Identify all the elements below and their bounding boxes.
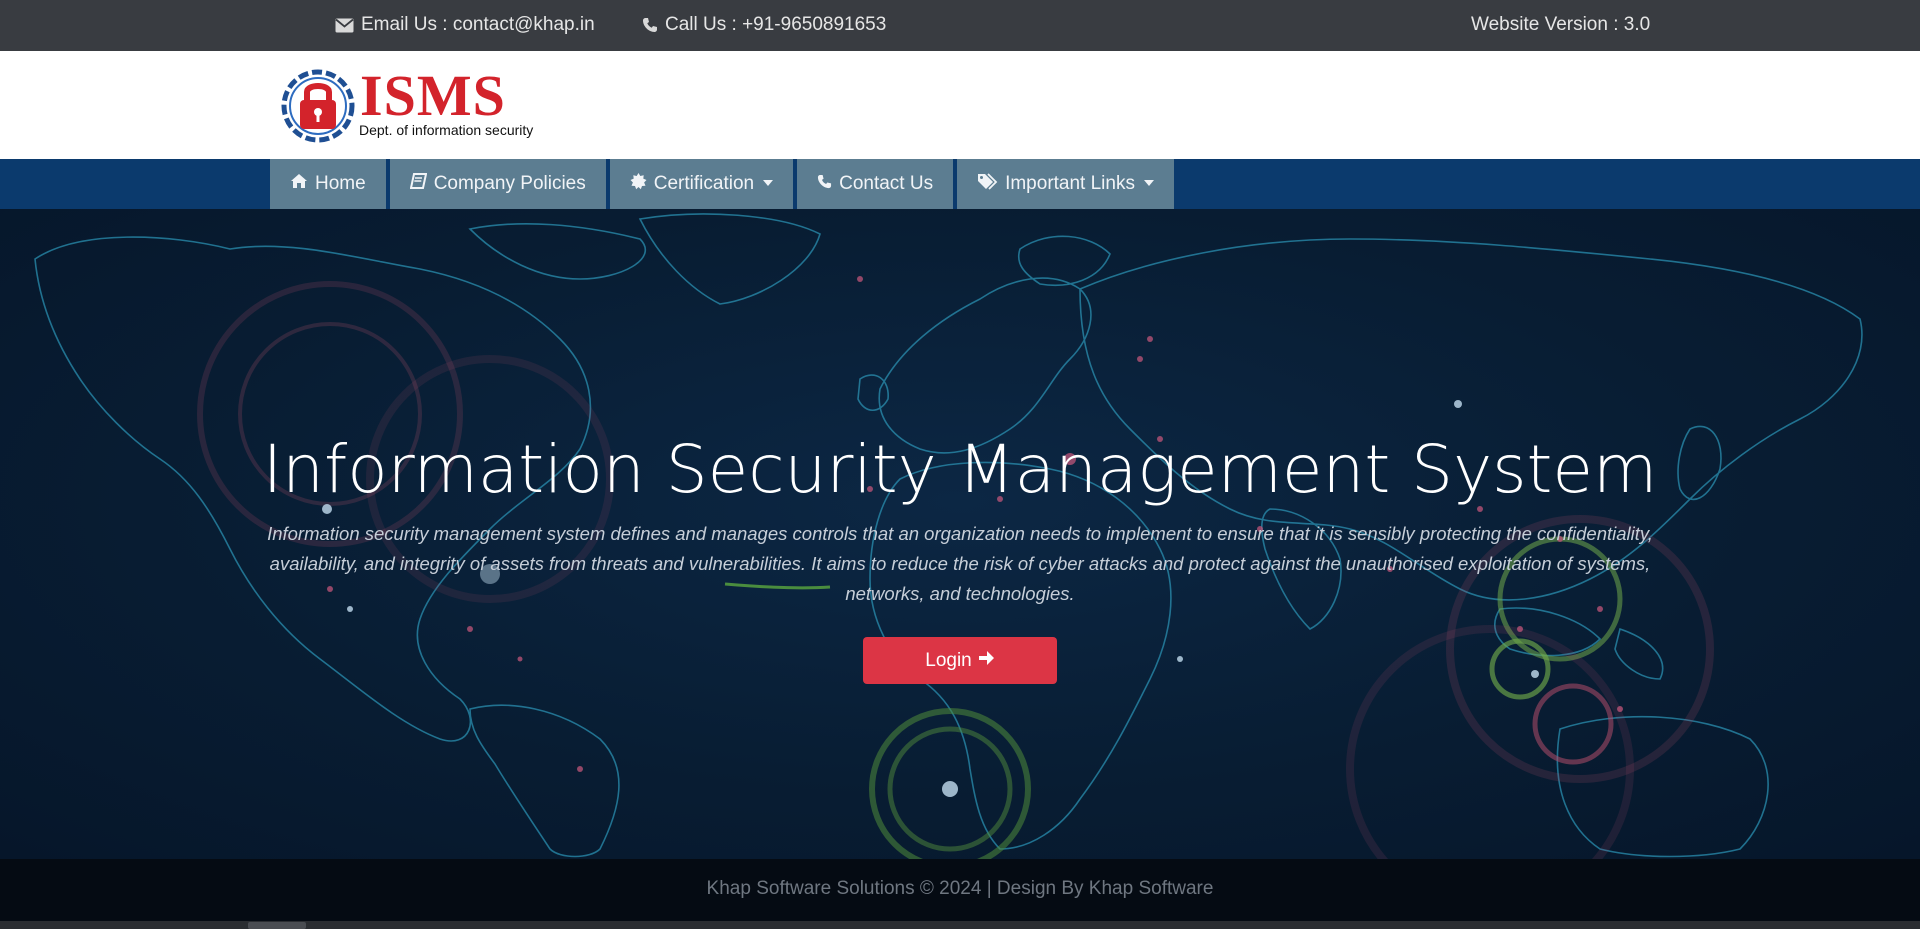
phone-contact[interactable]: Call Us : +91-9650891653	[642, 14, 886, 36]
certificate-icon	[630, 172, 647, 196]
login-button[interactable]: Login	[863, 637, 1057, 684]
nav-company-policies-label: Company Policies	[433, 173, 586, 194]
nav-certification-label: Certification	[653, 173, 755, 194]
nav-company-policies[interactable]: Company Policies	[389, 159, 606, 209]
email-text: Email Us : contact@khap.in	[361, 14, 595, 35]
tags-icon	[977, 172, 998, 196]
arrow-right-icon	[978, 650, 995, 672]
chevron-down-icon	[763, 180, 774, 186]
phone-text: Call Us : +91-9650891653	[665, 14, 887, 35]
nav-important-links-label: Important Links	[1005, 173, 1135, 194]
phone-icon	[642, 17, 658, 33]
isms-logo[interactable]: ISMS Dept. of information security	[280, 65, 545, 147]
nav-contact-us-label: Contact Us	[839, 173, 934, 194]
login-label: Login	[925, 649, 972, 671]
version-text: Website Version : 3.0	[1471, 14, 1651, 35]
lock-logo-icon	[281, 69, 355, 143]
chevron-down-icon	[1143, 180, 1154, 186]
envelope-icon	[335, 18, 354, 33]
main-navbar: Home Company Policies Certification Cont…	[0, 159, 1920, 209]
nav-home[interactable]: Home	[270, 159, 386, 209]
nav-contact-us[interactable]: Contact Us	[797, 159, 954, 209]
hero-section: Information Security Management System I…	[0, 209, 1920, 859]
website-version: Website Version : 3.0	[1471, 14, 1650, 36]
logo-subtitle: Dept. of information security	[359, 122, 534, 138]
nav-important-links[interactable]: Important Links	[957, 159, 1174, 209]
hero-description: Information security management system d…	[267, 523, 1653, 604]
site-header: ISMS Dept. of information security	[0, 51, 1920, 159]
nav-home-label: Home	[315, 173, 366, 194]
home-icon	[290, 173, 308, 195]
scrollbar-thumb[interactable]	[248, 922, 306, 929]
top-contact-bar: Email Us : contact@khap.in Call Us : +91…	[0, 0, 1920, 51]
site-footer: Khap Software Solutions © 2024 | Design …	[0, 859, 1920, 921]
footer-text: Khap Software Solutions © 2024 | Design …	[706, 878, 1214, 899]
email-contact[interactable]: Email Us : contact@khap.in	[335, 14, 595, 36]
hero-title: Information Security Management System	[262, 431, 1658, 508]
logo-title: ISMS	[360, 63, 506, 128]
book-icon	[409, 172, 427, 196]
phone-icon	[817, 173, 832, 195]
nav-menu: Home Company Policies Certification Cont…	[270, 159, 1174, 209]
nav-certification[interactable]: Certification	[609, 159, 794, 209]
